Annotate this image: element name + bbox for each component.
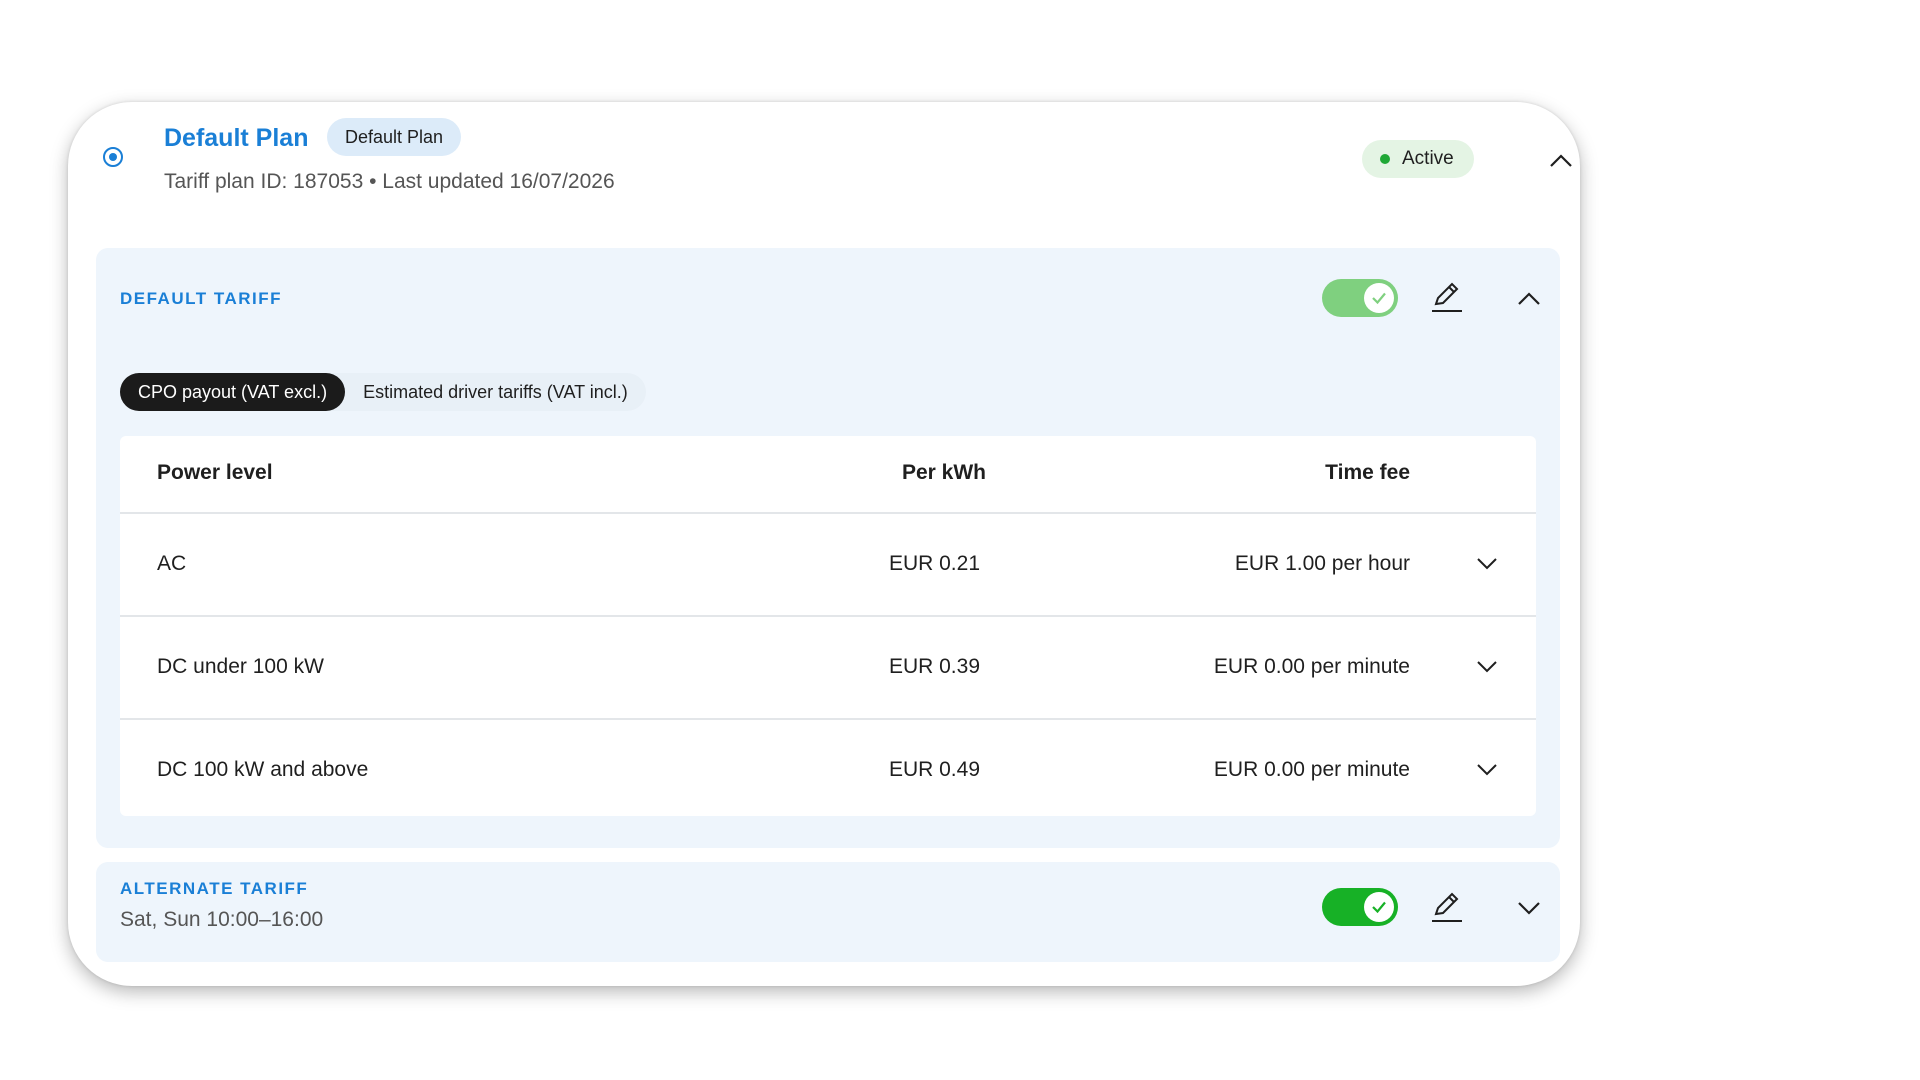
status-badge: Active	[1362, 140, 1474, 178]
plan-type-badge: Default Plan	[327, 118, 462, 156]
alternate-tariff-expand-chevron-down-icon[interactable]	[1514, 893, 1544, 923]
check-icon	[1364, 892, 1394, 922]
status-dot-icon	[1380, 154, 1390, 164]
row-power-level: DC 100 kW and above	[157, 758, 369, 781]
tariff-view-tabs: CPO payout (VAT excl.) Estimated driver …	[120, 373, 646, 411]
row-expand-chevron-down-icon[interactable]	[1474, 653, 1500, 679]
tab-estimated-driver-tariffs[interactable]: Estimated driver tariffs (VAT incl.)	[345, 373, 646, 411]
header-power-level: Power level	[157, 461, 273, 484]
plan-meta-text: Tariff plan ID: 187053 • Last updated 16…	[164, 170, 615, 193]
row-time-fee: EUR 1.00 per hour	[1234, 552, 1410, 575]
table-header: Power level Per kWh Time fee	[120, 436, 1536, 514]
header-per-kwh: Per kWh	[901, 461, 986, 484]
row-time-fee: EUR 0.00 per minute	[1213, 655, 1410, 678]
row-per-kwh: EUR 0.49	[888, 758, 980, 781]
row-expand-chevron-down-icon[interactable]	[1474, 756, 1500, 782]
alternate-tariff-toggle[interactable]	[1322, 888, 1398, 926]
plan-radio-button[interactable]	[103, 147, 123, 167]
edit-alternate-tariff-pencil-icon[interactable]	[1428, 888, 1464, 924]
tab-cpo-payout[interactable]: CPO payout (VAT excl.)	[120, 373, 346, 411]
tariff-table: Power level Per kWh Time fee AC EUR 0.21…	[120, 436, 1536, 816]
row-time-fee: EUR 0.00 per minute	[1213, 758, 1410, 781]
default-tariff-label: DEFAULT TARIFF	[120, 289, 283, 308]
default-tariff-collapse-chevron-up-icon[interactable]	[1514, 284, 1544, 314]
row-per-kwh: EUR 0.21	[888, 552, 980, 575]
alternate-tariff-label: ALTERNATE TARIFF	[120, 879, 309, 898]
plan-title[interactable]: Default Plan	[164, 122, 308, 154]
header-time-fee: Time fee	[1325, 461, 1410, 484]
row-power-level: DC under 100 kW	[157, 655, 324, 678]
row-power-level: AC	[157, 552, 187, 575]
alternate-tariff-schedule: Sat, Sun 10:00–16:00	[120, 908, 324, 931]
plan-collapse-chevron-up-icon[interactable]	[1546, 146, 1576, 176]
default-tariff-toggle[interactable]	[1322, 279, 1398, 317]
row-expand-chevron-down-icon[interactable]	[1474, 550, 1500, 576]
status-label: Active	[1402, 148, 1454, 169]
table-row[interactable]: DC 100 kW and above EUR 0.49 EUR 0.00 pe…	[120, 720, 1536, 821]
table-row[interactable]: DC under 100 kW EUR 0.39 EUR 0.00 per mi…	[120, 617, 1536, 720]
row-per-kwh: EUR 0.39	[888, 655, 980, 678]
check-icon	[1364, 283, 1394, 313]
edit-default-tariff-pencil-icon[interactable]	[1428, 278, 1464, 314]
table-row[interactable]: AC EUR 0.21 EUR 1.00 per hour	[120, 514, 1536, 617]
